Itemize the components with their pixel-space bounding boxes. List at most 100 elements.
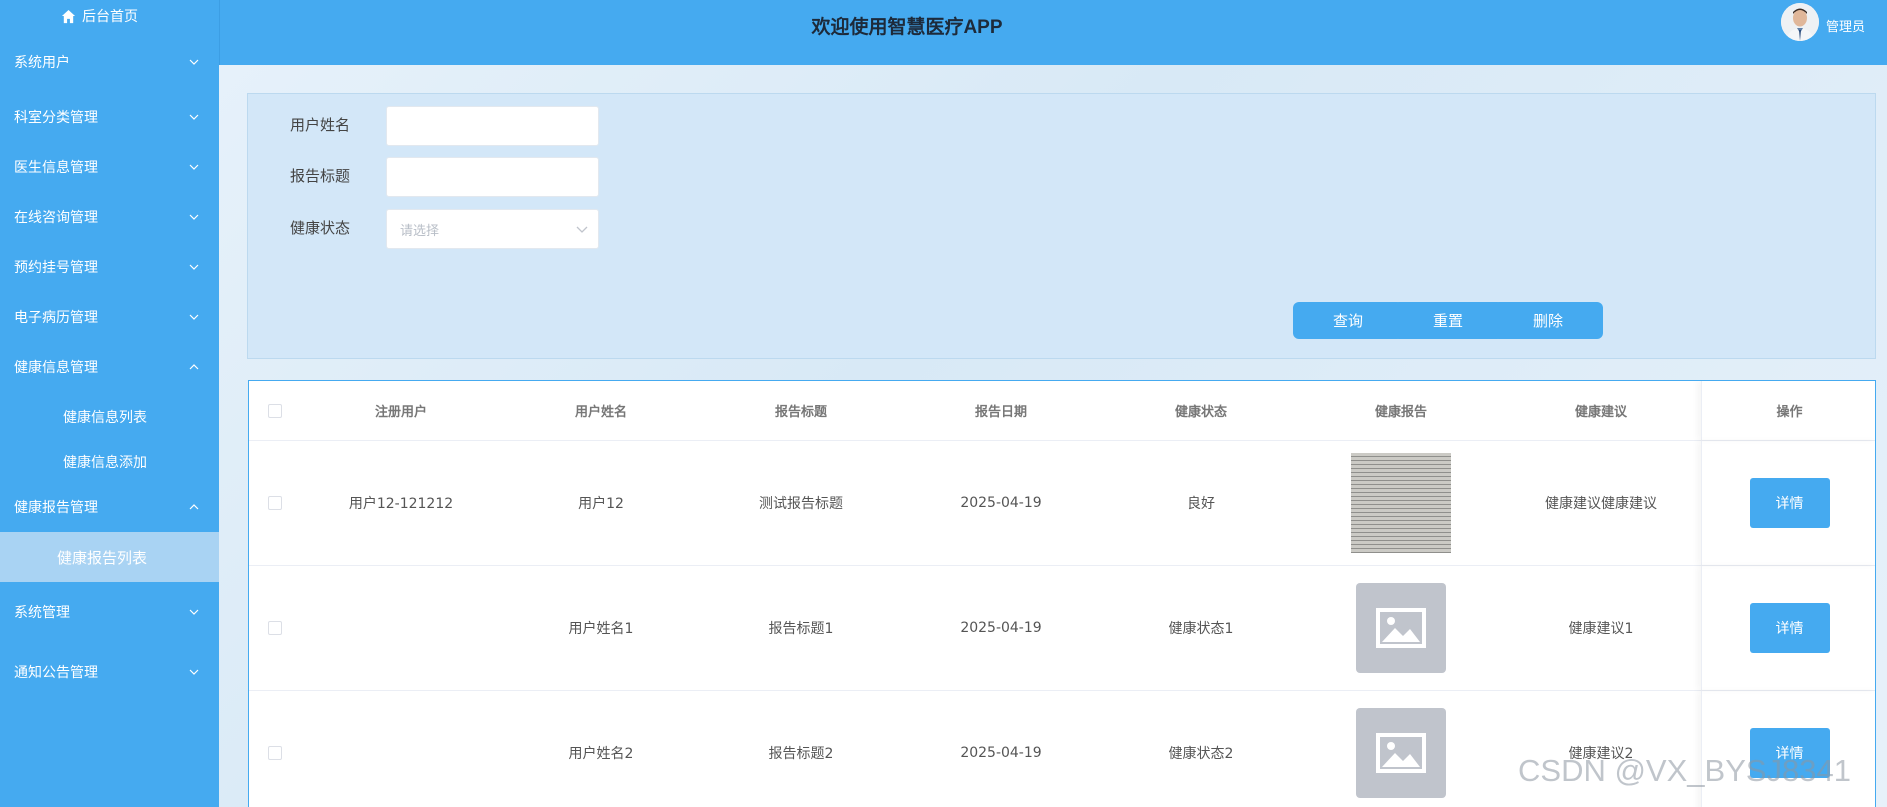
sidebar-subitem-label: 健康报告列表 xyxy=(57,548,148,567)
image-placeholder-icon xyxy=(1376,608,1426,648)
sidebar: 后台首页 系统用户 科室分类管理 医生信息管理 在线咨询管理 预约挂号管理 电子… xyxy=(0,0,219,807)
table-row: 用户姓名2 报告标题2 2025-04-19 健康状态2 健康建议2 详情 xyxy=(249,691,1875,807)
sidebar-item-label: 预约挂号管理 xyxy=(14,260,98,276)
query-button[interactable]: 查询 xyxy=(1293,302,1403,339)
chevron-up-icon xyxy=(189,504,199,510)
table-row: 用户12-121212 用户12 测试报告标题 2025-04-19 良好 健康… xyxy=(249,441,1875,566)
report-image-placeholder[interactable] xyxy=(1356,583,1446,673)
sidebar-subitem-health-info-add[interactable]: 健康信息添加 xyxy=(0,442,219,482)
reset-button[interactable]: 重置 xyxy=(1393,302,1503,339)
cell-status: 健康状态1 xyxy=(1168,621,1234,637)
column-header: 报告标题 xyxy=(774,405,827,420)
cell-action: 详情 xyxy=(1701,566,1875,690)
username-input[interactable] xyxy=(386,106,599,146)
cell-title: 测试报告标题 xyxy=(759,496,843,512)
watermark: CSDN @VX_BYSJ8341 xyxy=(1518,753,1852,788)
sidebar-item-doctor[interactable]: 医生信息管理 xyxy=(0,142,219,192)
sidebar-item-appointment[interactable]: 预约挂号管理 xyxy=(0,242,219,292)
cell-name: 用户12 xyxy=(578,496,624,512)
sidebar-item-notice[interactable]: 通知公告管理 xyxy=(0,642,219,702)
detail-button[interactable]: 详情 xyxy=(1749,603,1830,653)
health-status-label: 健康状态 xyxy=(290,219,351,237)
row-checkbox[interactable] xyxy=(268,496,282,510)
cell-name: 用户姓名1 xyxy=(568,621,634,637)
search-panel: 用户姓名 报告标题 健康状态 请选择 查询 重置 删除 xyxy=(247,93,1876,359)
column-header-label: 操作 xyxy=(1776,405,1803,420)
column-header: 操作 xyxy=(1701,381,1875,440)
sidebar-item-health-report[interactable]: 健康报告管理 xyxy=(0,482,219,532)
column-header: 报告日期 xyxy=(974,405,1027,420)
sidebar-subitem-label: 健康信息列表 xyxy=(63,410,147,426)
cell-report xyxy=(1301,583,1501,673)
chevron-up-icon xyxy=(189,364,199,370)
header-checkbox-cell xyxy=(249,403,301,418)
cell-title: 报告标题1 xyxy=(768,621,834,637)
cell-date: 2025-04-19 xyxy=(960,620,1042,636)
row-checkbox[interactable] xyxy=(268,621,282,635)
sidebar-home-label: 后台首页 xyxy=(82,9,138,25)
chevron-down-icon xyxy=(189,669,199,675)
chevron-down-icon xyxy=(189,214,199,220)
report-table: 注册用户 用户姓名 报告标题 报告日期 健康状态 健康报告 健康建议 操作 用户… xyxy=(248,380,1876,807)
sidebar-item-label: 健康信息管理 xyxy=(14,360,98,376)
sidebar-item-label: 通知公告管理 xyxy=(14,665,98,681)
sidebar-home[interactable]: 后台首页 xyxy=(0,0,219,32)
select-all-checkbox[interactable] xyxy=(268,403,282,418)
health-status-select[interactable]: 请选择 xyxy=(386,209,599,249)
chevron-down-icon xyxy=(576,226,588,233)
cell-name: 用户姓名2 xyxy=(568,746,634,762)
delete-button[interactable]: 删除 xyxy=(1493,302,1603,339)
sidebar-subitem-label: 健康信息添加 xyxy=(63,455,147,471)
table-header: 注册用户 用户姓名 报告标题 报告日期 健康状态 健康报告 健康建议 操作 xyxy=(249,381,1875,441)
report-image[interactable] xyxy=(1351,453,1451,553)
cell-status: 良好 xyxy=(1187,496,1215,512)
report-image-placeholder[interactable] xyxy=(1356,708,1446,798)
chevron-down-icon xyxy=(189,114,199,120)
sidebar-item-health-info[interactable]: 健康信息管理 xyxy=(0,342,219,392)
sidebar-item-department[interactable]: 科室分类管理 xyxy=(0,92,219,142)
column-header: 健康状态 xyxy=(1174,405,1227,420)
main-content: 用户姓名 报告标题 健康状态 请选择 查询 重置 删除 注册用户 用户姓名 报告… xyxy=(219,65,1887,807)
row-checkbox[interactable] xyxy=(268,746,282,760)
select-placeholder: 请选择 xyxy=(400,223,440,239)
chevron-down-icon xyxy=(189,609,199,615)
cell-report xyxy=(1301,453,1501,553)
user-avatar-icon xyxy=(1781,3,1819,41)
report-title-input[interactable] xyxy=(386,157,599,197)
avatar[interactable] xyxy=(1781,3,1819,41)
cell-advice: 健康建议健康建议 xyxy=(1545,496,1657,512)
sidebar-subitem-health-report-list[interactable]: 健康报告列表 xyxy=(0,532,219,582)
column-header: 健康建议 xyxy=(1574,405,1627,420)
chevron-down-icon xyxy=(189,59,199,65)
table-row: 用户姓名1 报告标题1 2025-04-19 健康状态1 健康建议1 详情 xyxy=(249,566,1875,691)
sidebar-item-system-manage[interactable]: 系统管理 xyxy=(0,582,219,642)
row-checkbox-cell xyxy=(249,621,301,635)
cell-action: 详情 xyxy=(1701,691,1875,807)
column-header: 健康报告 xyxy=(1374,405,1427,420)
cell-action: 详情 xyxy=(1701,441,1875,565)
cell-user: 用户12-121212 xyxy=(348,496,454,512)
sidebar-item-label: 健康报告管理 xyxy=(14,500,98,516)
report-title-label: 报告标题 xyxy=(290,167,351,185)
column-header: 注册用户 xyxy=(374,405,427,420)
detail-button[interactable]: 详情 xyxy=(1749,478,1830,528)
page-title: 欢迎使用智慧医疗APP xyxy=(811,17,1003,38)
cell-date: 2025-04-19 xyxy=(960,495,1042,511)
header-username[interactable]: 管理员 xyxy=(1826,16,1865,35)
chevron-down-icon xyxy=(189,164,199,170)
username-label: 用户姓名 xyxy=(290,116,351,134)
sidebar-item-label: 系统用户 xyxy=(14,55,70,71)
sidebar-item-label: 在线咨询管理 xyxy=(14,210,98,226)
home-icon xyxy=(61,9,76,23)
chevron-down-icon xyxy=(189,314,199,320)
sidebar-item-system-users[interactable]: 系统用户 xyxy=(0,32,219,92)
sidebar-item-label: 科室分类管理 xyxy=(14,110,98,126)
top-header: 欢迎使用智慧医疗APP 管理员 xyxy=(219,0,1887,65)
sidebar-item-label: 电子病历管理 xyxy=(14,310,98,326)
sidebar-subitem-health-info-list[interactable]: 健康信息列表 xyxy=(0,392,219,442)
cell-report xyxy=(1301,708,1501,798)
cell-date: 2025-04-19 xyxy=(960,745,1042,761)
cell-status: 健康状态2 xyxy=(1168,746,1234,762)
sidebar-item-emr[interactable]: 电子病历管理 xyxy=(0,292,219,342)
sidebar-item-consult[interactable]: 在线咨询管理 xyxy=(0,192,219,242)
